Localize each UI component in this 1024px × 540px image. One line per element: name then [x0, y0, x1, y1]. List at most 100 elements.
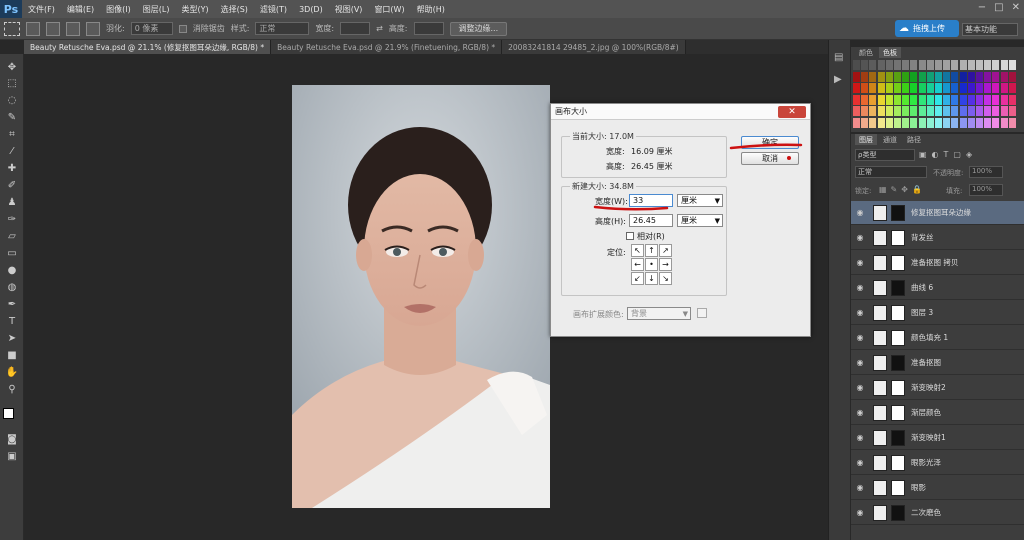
height-input[interactable] — [413, 22, 444, 35]
layer-row[interactable]: ◉ 渐变映射1 — [851, 426, 1024, 450]
color-swatch[interactable] — [951, 106, 959, 116]
color-swatch[interactable] — [918, 71, 926, 82]
swap-icon[interactable]: ⇄ — [376, 24, 383, 33]
color-swatch[interactable] — [918, 60, 926, 70]
layer-mask-thumbnail[interactable] — [891, 254, 905, 271]
color-swatch[interactable] — [1008, 94, 1016, 105]
color-swatch[interactable] — [951, 117, 959, 128]
color-swatch[interactable] — [861, 83, 869, 93]
color-swatch[interactable] — [902, 94, 910, 105]
workspace-select[interactable]: 基本功能 — [962, 23, 1018, 36]
color-swatch[interactable] — [959, 83, 967, 93]
layer-mask-thumbnail[interactable] — [891, 504, 905, 521]
color-swatch[interactable] — [1000, 117, 1008, 128]
layer-row[interactable]: ◉ 背发丝 — [851, 226, 1024, 250]
history-brush-icon[interactable]: ✑ — [4, 212, 20, 226]
color-swatch[interactable] — [902, 60, 910, 70]
zoom-icon[interactable]: ⚲ — [4, 382, 20, 396]
color-swatch[interactable] — [935, 106, 942, 116]
color-swatch[interactable] — [853, 106, 860, 116]
color-swatch[interactable] — [877, 60, 885, 70]
style-select[interactable]: 正常 — [255, 22, 310, 35]
stamp-icon[interactable]: ♟ — [4, 195, 20, 209]
screen-mode-icon[interactable]: ▣ — [4, 449, 20, 463]
color-swatch[interactable] — [926, 71, 934, 82]
color-swatch[interactable] — [918, 94, 926, 105]
color-swatch[interactable] — [902, 83, 910, 93]
width-input[interactable] — [340, 22, 371, 35]
color-swatch[interactable] — [967, 94, 975, 105]
visibility-eye-icon[interactable]: ◉ — [851, 408, 869, 417]
new-selection-icon[interactable] — [26, 21, 40, 36]
visibility-eye-icon[interactable]: ◉ — [851, 383, 869, 392]
layer-mask-thumbnail[interactable] — [891, 379, 905, 396]
color-swatch[interactable] — [869, 60, 877, 70]
lasso-icon[interactable]: ◌ — [4, 93, 20, 107]
color-swatch[interactable] — [976, 117, 983, 128]
color-swatch[interactable] — [976, 71, 983, 82]
visibility-eye-icon[interactable]: ◉ — [851, 208, 869, 217]
layer-mask-thumbnail[interactable] — [891, 329, 905, 346]
color-swatch[interactable] — [853, 94, 860, 105]
color-swatch[interactable] — [877, 106, 885, 116]
color-swatch[interactable] — [869, 94, 877, 105]
marquee-icon[interactable]: ⬚ — [4, 76, 20, 90]
layer-mask-thumbnail[interactable] — [891, 429, 905, 446]
color-swatch[interactable] — [1000, 60, 1008, 70]
layer-row[interactable]: ◉ 二次磨色 — [851, 501, 1024, 525]
color-swatch[interactable] — [984, 83, 992, 93]
add-selection-icon[interactable] — [46, 21, 60, 36]
color-swatch[interactable] — [861, 71, 869, 82]
color-swatch[interactable] — [853, 71, 860, 82]
close-icon[interactable]: ✕ — [1012, 2, 1020, 13]
layer-mask-thumbnail[interactable] — [891, 279, 905, 296]
color-swatch[interactable] — [1008, 106, 1016, 116]
layer-mask-thumbnail[interactable] — [891, 304, 905, 321]
color-swatch[interactable] — [992, 94, 1000, 105]
color-swatch[interactable] — [1008, 60, 1016, 70]
color-swatch[interactable] — [935, 83, 942, 93]
menu-edit[interactable]: 编辑(E) — [61, 4, 100, 15]
color-swatch[interactable] — [967, 106, 975, 116]
color-swatch[interactable] — [984, 106, 992, 116]
color-swatch[interactable] — [967, 117, 975, 128]
menu-help[interactable]: 帮助(H) — [411, 4, 451, 15]
color-swatch[interactable] — [918, 83, 926, 93]
gradient-icon[interactable]: ▭ — [4, 246, 20, 260]
color-swatch[interactable] — [951, 83, 959, 93]
color-swatch[interactable] — [861, 60, 869, 70]
menu-filter[interactable]: 滤镜(T) — [254, 4, 293, 15]
color-swatch[interactable] — [926, 60, 934, 70]
color-swatch[interactable] — [885, 117, 893, 128]
tab-channels[interactable]: 通道 — [879, 134, 901, 145]
layer-mask-thumbnail[interactable] — [891, 204, 905, 221]
tab-color[interactable]: 颜色 — [855, 47, 877, 58]
visibility-eye-icon[interactable]: ◉ — [851, 433, 869, 442]
color-swatch[interactable] — [951, 94, 959, 105]
layer-mask-thumbnail[interactable] — [891, 479, 905, 496]
layer-row[interactable]: ◉ 修复抠图耳朵边缘 — [851, 201, 1024, 225]
visibility-eye-icon[interactable]: ◉ — [851, 458, 869, 467]
color-swatch[interactable] — [926, 117, 934, 128]
color-swatch[interactable] — [935, 71, 942, 82]
color-swatch[interactable] — [959, 94, 967, 105]
filter-icons[interactable]: ▣◐T▢◈ — [919, 150, 977, 159]
layer-mask-thumbnail[interactable] — [891, 354, 905, 371]
opacity-input[interactable]: 100% — [969, 166, 1003, 178]
menu-image[interactable]: 图像(I) — [100, 4, 137, 15]
color-swatch[interactable] — [853, 117, 860, 128]
visibility-eye-icon[interactable]: ◉ — [851, 258, 869, 267]
hand-icon[interactable]: ✋ — [4, 365, 20, 379]
portrait-photo[interactable] — [292, 85, 550, 508]
color-swatch[interactable] — [1008, 117, 1016, 128]
color-swatch[interactable] — [853, 83, 860, 93]
color-swatch[interactable] — [885, 106, 893, 116]
color-swatch[interactable] — [877, 71, 885, 82]
menu-3d[interactable]: 3D(D) — [293, 5, 329, 14]
quick-select-icon[interactable]: ✎ — [4, 110, 20, 124]
marquee-tool-icon[interactable] — [4, 21, 20, 36]
blur-icon[interactable]: ● — [4, 263, 20, 277]
tab-doc-2[interactable]: Beauty Retusche Eva.psd @ 21.9% (Finetue… — [271, 40, 503, 54]
color-swatch[interactable] — [902, 106, 910, 116]
color-swatch[interactable] — [1000, 71, 1008, 82]
